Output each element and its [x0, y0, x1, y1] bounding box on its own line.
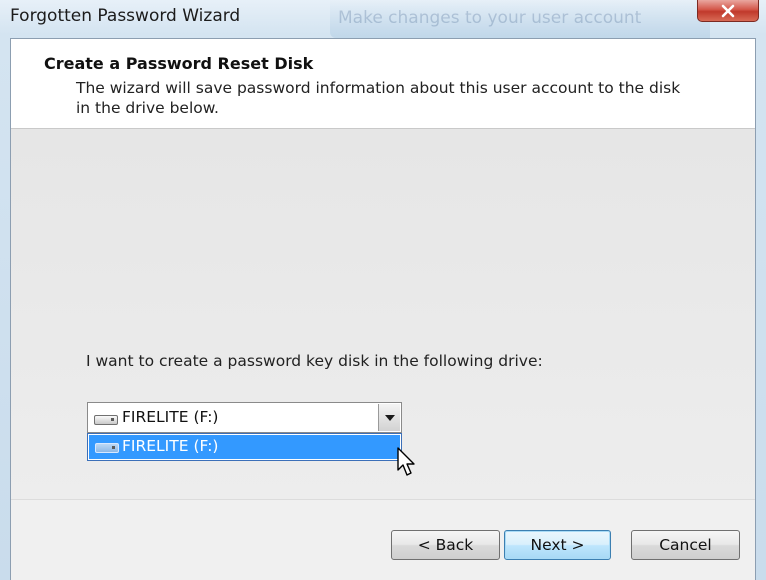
wizard-body: I want to create a password key disk in … [11, 129, 755, 499]
background-window-title: Make changes to your user account [338, 8, 642, 28]
close-button[interactable] [697, 0, 759, 22]
drive-option[interactable]: FIRELITE (F:) [89, 435, 400, 459]
drive-icon [94, 415, 118, 425]
chevron-down-icon [384, 414, 395, 421]
page-title: Create a Password Reset Disk [44, 54, 314, 73]
wizard-header: Create a Password Reset Disk The wizard … [11, 39, 755, 129]
drive-option-label: FIRELITE (F:) [122, 437, 219, 455]
drive-icon [95, 443, 119, 453]
drive-select-value: FIRELITE (F:) [122, 408, 219, 426]
window-title: Forgotten Password Wizard [10, 6, 241, 26]
wizard-footer: < Back Next > Cancel [11, 499, 755, 580]
close-icon [721, 4, 735, 17]
drive-select[interactable]: FIRELITE (F:) [87, 402, 402, 433]
dropdown-arrow-button[interactable] [378, 404, 400, 431]
next-button[interactable]: Next > [504, 530, 611, 560]
wizard-client-area: Create a Password Reset Disk The wizard … [10, 38, 756, 580]
back-button[interactable]: < Back [391, 530, 500, 560]
drive-dropdown-list: FIRELITE (F:) [87, 433, 402, 461]
cancel-button[interactable]: Cancel [631, 530, 740, 560]
page-description: The wizard will save password informatio… [76, 79, 681, 117]
window-frame: Make changes to your user account Forgot… [0, 0, 766, 580]
drive-prompt-label: I want to create a password key disk in … [86, 352, 543, 370]
mouse-pointer-icon [397, 447, 415, 476]
